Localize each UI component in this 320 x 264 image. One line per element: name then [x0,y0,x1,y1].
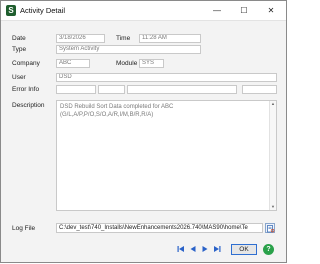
module-label: Module [116,60,138,67]
scroll-up-icon[interactable]: ▲ [270,101,276,107]
activity-detail-window: S Activity Detail — ☐ ✕ Date 3/18/2026 T… [0,0,287,263]
document-lookup-icon [267,225,275,233]
error-info-field-1[interactable] [56,85,96,94]
type-label: Type [12,46,27,53]
user-field[interactable]: DSD [56,73,277,82]
scroll-down-icon[interactable]: ▼ [270,204,276,210]
error-info-field-2[interactable] [98,85,125,94]
minimize-button[interactable]: — [205,1,229,20]
log-file-field[interactable]: C:\dev_test\740_Installs\NewEnhancements… [56,223,263,233]
error-info-field-4[interactable] [242,85,277,94]
time-label: Time [116,35,131,42]
previous-record-icon[interactable] [189,245,197,253]
company-field[interactable]: ABC [56,59,90,68]
app-icon: S [6,5,16,16]
maximize-button[interactable]: ☐ [232,1,256,20]
date-field[interactable]: 3/18/2026 [56,34,105,43]
next-record-icon[interactable] [201,245,209,253]
log-file-label: Log File [12,225,36,232]
user-label: User [12,74,26,81]
company-label: Company [12,60,40,67]
time-field[interactable]: 11:28 AM [139,34,201,43]
window-title: Activity Detail [20,6,66,15]
description-scrollbar[interactable]: ▲ ▼ [269,101,276,210]
ok-button[interactable]: OK [231,244,257,255]
error-info-field-3[interactable] [127,85,237,94]
description-label: Description [12,102,45,109]
first-record-icon[interactable] [177,245,185,253]
description-text: DSD Rebuild Sort Data completed for ABC … [60,104,174,118]
close-button[interactable]: ✕ [259,1,283,20]
last-record-icon[interactable] [213,245,221,253]
date-label: Date [12,35,26,42]
log-file-browse-button[interactable] [265,223,275,233]
type-field[interactable]: System Activity [56,45,201,54]
title-bar: S Activity Detail — ☐ ✕ [1,1,286,21]
description-textarea[interactable]: DSD Rebuild Sort Data completed for ABC … [56,100,277,211]
error-info-label: Error Info [12,86,40,93]
help-icon[interactable]: ? [263,244,274,255]
module-field[interactable]: SYS [139,59,164,68]
